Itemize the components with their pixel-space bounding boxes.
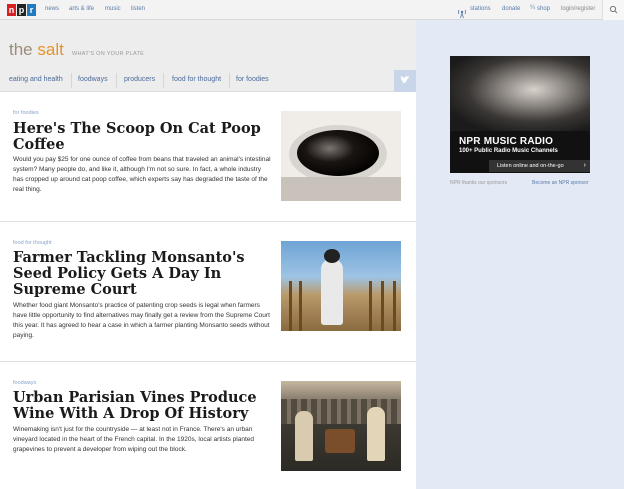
subnav-eating-and-health[interactable]: eating and health <box>9 76 63 83</box>
nav-music[interactable]: music <box>105 6 121 12</box>
subnav-divider <box>71 73 72 88</box>
article-thumbnail-vineyard[interactable] <box>281 381 401 471</box>
subnav-divider <box>229 73 230 88</box>
nav-news[interactable]: news <box>45 6 59 12</box>
become-sponsor-link[interactable]: Become an NPR sponsor <box>532 180 588 186</box>
article-kicker[interactable]: foodways <box>13 380 36 386</box>
npr-logo[interactable]: n p r <box>7 4 37 16</box>
twitter-button[interactable] <box>394 70 416 92</box>
shop-link[interactable]: shop <box>537 6 550 12</box>
logo-letter-r: r <box>27 4 36 16</box>
brand-the: the <box>9 40 33 59</box>
shop-icon: ¼ <box>530 5 536 11</box>
blog-subnav: eating and health foodways producers foo… <box>0 70 416 92</box>
the-salt-logo[interactable]: the salt <box>9 40 64 60</box>
sidebar: NPR MUSIC RADIO 100+ Public Radio Music … <box>416 20 624 489</box>
npr-music-radio-ad[interactable]: NPR MUSIC RADIO 100+ Public Radio Music … <box>450 56 590 173</box>
article-teaser: Would you pay $25 for one ounce of coffe… <box>13 156 271 193</box>
ad-title: NPR MUSIC RADIO <box>459 136 554 147</box>
nav-arts-life[interactable]: arts & life <box>69 6 94 12</box>
article-thumbnail-farmer[interactable] <box>281 241 401 331</box>
stations-link[interactable]: stations <box>470 6 491 12</box>
article-monsanto: food for thought Farmer Tackling Monsant… <box>0 222 416 361</box>
search-button[interactable] <box>602 0 624 20</box>
article-title[interactable]: Farmer Tackling Monsanto's Seed Policy G… <box>13 250 268 298</box>
ad-subtitle: 100+ Public Radio Music Channels <box>459 148 558 154</box>
logo-letter-p: p <box>17 4 26 16</box>
subnav-divider <box>116 73 117 88</box>
article-parisian-vines: foodways Urban Parisian Vines Produce Wi… <box>0 362 416 489</box>
subnav-producers[interactable]: producers <box>124 76 155 83</box>
sponsor-thanks: NPR thanks our sponsors <box>450 180 507 186</box>
article-kicker[interactable]: food for thought <box>13 240 52 246</box>
chevron-right-icon: › <box>583 162 586 169</box>
twitter-icon <box>400 75 410 84</box>
login-register-link[interactable]: login/register <box>561 6 595 12</box>
blog-tagline: WHAT'S ON YOUR PLATE <box>72 51 145 57</box>
blog-header: the salt WHAT'S ON YOUR PLATE eating and… <box>0 20 416 92</box>
article-title[interactable]: Urban Parisian Vines Produce Wine With A… <box>13 390 268 422</box>
article-thumbnail-coffee[interactable] <box>281 111 401 201</box>
ad-photo <box>450 56 590 131</box>
donate-link[interactable]: donate <box>502 6 520 12</box>
article-cat-poop-coffee: for foodies Here's The Scoop On Cat Poop… <box>0 92 416 221</box>
logo-letter-n: n <box>7 4 16 16</box>
search-icon <box>609 5 618 14</box>
article-teaser: Whether food giant Monsanto's practice o… <box>13 302 270 339</box>
nav-listen[interactable]: listen <box>131 6 145 12</box>
top-bar: n p r news arts & life music listen stat… <box>0 0 624 20</box>
stations-icon <box>458 5 466 19</box>
subnav-foodways[interactable]: foodways <box>78 76 108 83</box>
subnav-divider <box>163 73 164 88</box>
subnav-for-foodies[interactable]: for foodies <box>236 76 269 83</box>
subnav-food-for-thought[interactable]: food for thought <box>172 76 221 83</box>
brand-salt: salt <box>37 40 64 59</box>
article-kicker[interactable]: for foodies <box>13 110 39 116</box>
article-teaser: Winemaking isn't just for the countrysid… <box>13 426 255 453</box>
ad-cta-button[interactable]: Listen online and on-the-go › <box>489 160 590 172</box>
article-title[interactable]: Here's The Scoop On Cat Poop Coffee <box>13 121 268 153</box>
ad-cta-label: Listen online and on-the-go <box>497 163 564 169</box>
